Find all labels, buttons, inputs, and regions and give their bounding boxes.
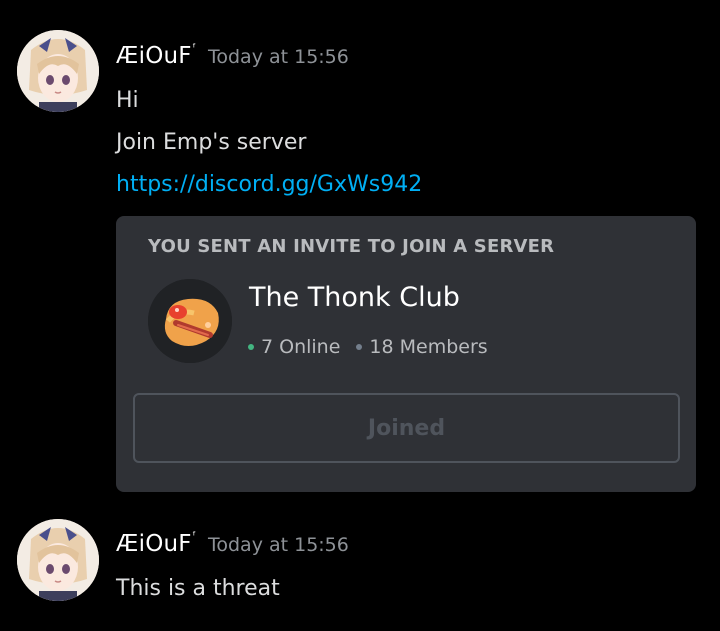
anime-girl-avatar-icon	[17, 30, 99, 112]
invite-link[interactable]: https://discord.gg/GxWs942	[116, 172, 422, 197]
timestamp[interactable]: Today at 15:56	[208, 46, 349, 68]
message-text: Join Emp's server	[116, 130, 307, 155]
message-text: Hi	[116, 88, 139, 113]
username[interactable]: ÆiOuF	[116, 43, 192, 69]
online-status-dot	[248, 344, 254, 350]
server-name[interactable]: The Thonk Club	[249, 282, 460, 313]
username-superscript: ᶠ	[192, 41, 196, 54]
server-invite-embed: YOU SENT AN INVITE TO JOIN A SERVER The …	[116, 216, 696, 492]
member-count: 18 Members	[369, 336, 488, 358]
message-header: ÆiOuFᶠ Today at 15:56	[116, 41, 349, 69]
invite-title: YOU SENT AN INVITE TO JOIN A SERVER	[148, 236, 555, 257]
username[interactable]: ÆiOuF	[116, 531, 192, 557]
online-count: 7 Online	[261, 336, 341, 358]
timestamp[interactable]: Today at 15:56	[208, 534, 349, 556]
message-header: ÆiOuFᶠ Today at 15:56	[116, 529, 349, 557]
server-icon[interactable]	[148, 279, 232, 363]
joined-button[interactable]: Joined	[133, 393, 680, 463]
thonk-emoji-icon	[148, 279, 232, 363]
members-dot	[356, 344, 363, 350]
server-stats: 7 Online 18 Members	[248, 336, 488, 358]
user-avatar[interactable]	[17, 519, 99, 601]
anime-girl-avatar-icon	[17, 519, 99, 601]
username-superscript: ᶠ	[192, 529, 196, 542]
message-text: This is a threat	[116, 576, 280, 601]
user-avatar[interactable]	[17, 30, 99, 112]
